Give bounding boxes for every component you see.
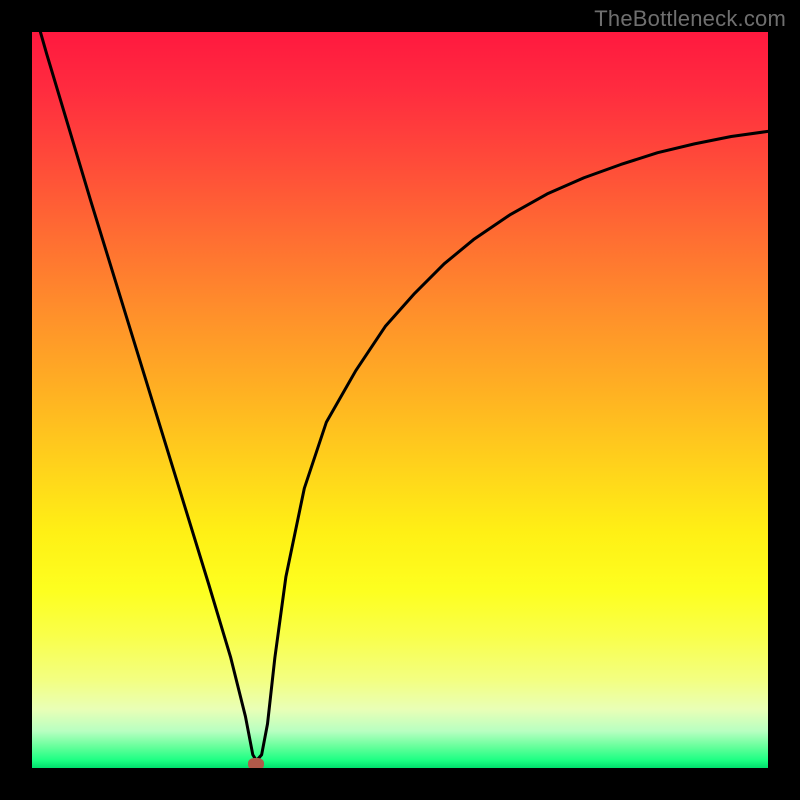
chart-frame: TheBottleneck.com (0, 0, 800, 800)
watermark-text: TheBottleneck.com (594, 6, 786, 32)
plot-area (32, 32, 768, 768)
bottleneck-curve (32, 32, 768, 768)
minimum-marker (248, 758, 264, 768)
